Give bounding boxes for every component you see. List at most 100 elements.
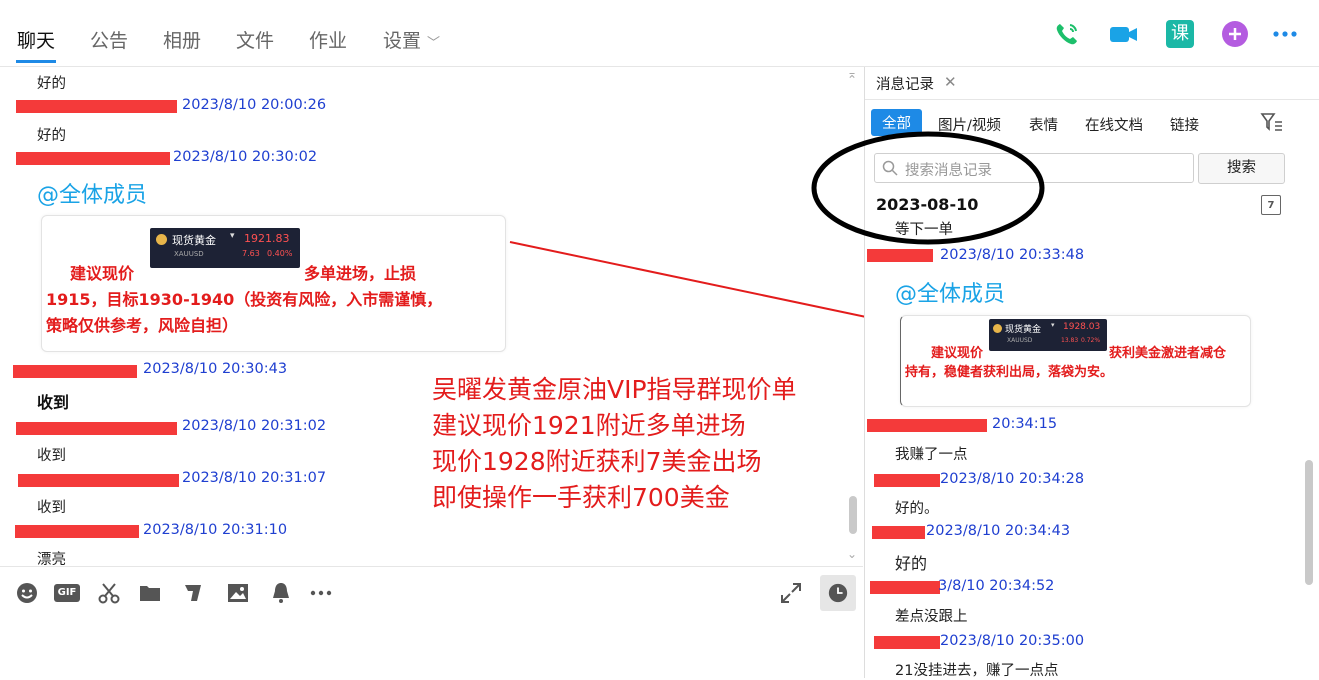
image-icon[interactable] bbox=[225, 581, 251, 605]
overlay-line: 现价1928附近获利7美金出场 bbox=[432, 447, 762, 476]
ticker-percent: 0.40% bbox=[267, 249, 293, 258]
card-text-suffix: 获利美金激进者减仓 bbox=[1109, 346, 1227, 361]
emoji-icon[interactable] bbox=[14, 581, 40, 605]
history-message-text: 我赚了一点 bbox=[895, 447, 968, 463]
card-text-line3: 策略仅供参考，风险自担） bbox=[46, 316, 239, 335]
video-icon[interactable] bbox=[1108, 20, 1140, 48]
phone-icon[interactable] bbox=[1053, 20, 1081, 48]
overlay-line: 即使操作一手获利700美金 bbox=[432, 483, 730, 512]
close-icon[interactable]: ✕ bbox=[944, 73, 957, 91]
message-text: 收到 bbox=[37, 500, 66, 516]
message-text: 收到 bbox=[37, 393, 70, 412]
redacted-sender bbox=[872, 526, 925, 539]
overlay-annotation: 吴曜发黄金原油VIP指导群现价单 建议现价1921附近多单进场 现价1928附近… bbox=[432, 372, 797, 516]
history-signal-card[interactable]: 现货黄金 ▾ XAUUSD 1928.03 13.83 0.72% 建议现价 获… bbox=[900, 315, 1251, 407]
add-app-icon[interactable] bbox=[1221, 20, 1249, 48]
history-message-text: 好的。 bbox=[895, 501, 939, 517]
message-timestamp: 2023/8/10 20:30:02 bbox=[173, 149, 318, 165]
ticker-percent: 0.72% bbox=[1081, 337, 1101, 344]
chevron-down-icon: ﹀ bbox=[427, 36, 441, 51]
folder-icon[interactable] bbox=[137, 581, 163, 605]
redacted-sender bbox=[15, 525, 139, 538]
history-timestamp: 2023/8/10 20:33:48 bbox=[940, 247, 1085, 263]
input-toolbar: GIF bbox=[0, 566, 863, 617]
tab-chat[interactable]: 聊天 bbox=[17, 26, 55, 53]
ticker-name: 现货黄金 bbox=[1005, 325, 1042, 335]
ticker-name: 现货黄金 bbox=[172, 234, 216, 247]
gold-icon bbox=[156, 234, 167, 245]
calendar-icon[interactable]: 7 bbox=[1261, 195, 1281, 215]
more-icon[interactable] bbox=[1271, 20, 1299, 48]
chat-scrollbar[interactable] bbox=[849, 496, 857, 534]
history-mention-all[interactable]: @全体成员 bbox=[895, 276, 1005, 308]
class-icon[interactable]: 课 bbox=[1166, 20, 1194, 48]
card-text-prefix: 建议现价 bbox=[931, 346, 984, 361]
filter-docs[interactable]: 在线文档 bbox=[1085, 114, 1143, 135]
message-text: 好的 bbox=[37, 76, 66, 92]
card-text-suffix: 多单进场，止损 bbox=[304, 264, 417, 283]
redacted-sender bbox=[867, 419, 987, 432]
message-timestamp: 2023/8/10 20:31:10 bbox=[143, 522, 288, 538]
message-timestamp: 2023/8/10 20:00:26 bbox=[182, 97, 327, 113]
history-timestamp: 20:34:15 bbox=[992, 416, 1058, 432]
gif-icon[interactable]: GIF bbox=[54, 584, 80, 602]
tab-announcement[interactable]: 公告 bbox=[90, 26, 128, 53]
ticker-change: 13.83 bbox=[1061, 337, 1079, 344]
history-message-text: 等下一单 bbox=[895, 222, 953, 238]
redacted-sender bbox=[16, 152, 170, 165]
music-icon[interactable] bbox=[180, 581, 206, 605]
message-timestamp: 2023/8/10 20:31:02 bbox=[182, 418, 327, 434]
filter-icon[interactable] bbox=[1260, 112, 1284, 132]
tab-files[interactable]: 文件 bbox=[236, 26, 274, 53]
top-bar: 聊天 公告 相册 文件 作业 设置 ﹀ 课 bbox=[0, 0, 1319, 67]
gold-ticker-widget: 现货黄金 ▾ XAUUSD 1921.83 7.63 0.40% bbox=[150, 228, 300, 268]
overlay-line: 建议现价1921附近多单进场 bbox=[432, 411, 746, 440]
redacted-sender bbox=[16, 100, 177, 113]
active-tab-indicator bbox=[16, 60, 56, 63]
redacted-sender bbox=[13, 365, 137, 378]
clock-icon bbox=[828, 583, 848, 603]
scissors-icon[interactable] bbox=[96, 581, 122, 605]
scroll-top-icon[interactable]: ⌅ bbox=[847, 67, 857, 81]
history-tab-title[interactable]: 消息记录 bbox=[876, 73, 934, 94]
history-message-text: 21没挂进去，赚了一点点 bbox=[895, 663, 1059, 679]
history-scrollbar[interactable] bbox=[1305, 460, 1313, 585]
gold-ticker-widget: 现货黄金 ▾ XAUUSD 1928.03 13.83 0.72% bbox=[989, 319, 1107, 351]
card-text-prefix: 建议现价 bbox=[70, 264, 135, 283]
history-button[interactable] bbox=[820, 575, 856, 611]
redacted-sender bbox=[870, 581, 940, 594]
history-timestamp: 2023/8/10 20:34:43 bbox=[926, 523, 1071, 539]
tab-settings-label: 设置 bbox=[383, 30, 422, 52]
redacted-sender bbox=[18, 474, 179, 487]
bell-icon[interactable] bbox=[268, 581, 294, 605]
expand-icon[interactable] bbox=[778, 581, 804, 605]
redacted-sender bbox=[867, 249, 933, 262]
overlay-line: 吴曜发黄金原油VIP指导群现价单 bbox=[432, 375, 797, 404]
tab-homework[interactable]: 作业 bbox=[309, 26, 347, 53]
signal-card[interactable]: 现货黄金 ▾ XAUUSD 1921.83 7.63 0.40% 建议现价 多单… bbox=[41, 215, 506, 352]
more-icon[interactable] bbox=[308, 581, 334, 605]
ticker-change: 7.63 bbox=[242, 249, 260, 258]
card-text-line2: 1915，目标1930-1940（投资有风险，入市需谨慎， bbox=[46, 290, 443, 309]
mention-all[interactable]: @全体成员 bbox=[37, 177, 147, 209]
search-button[interactable]: 搜索 bbox=[1198, 153, 1285, 184]
message-text: 好的 bbox=[37, 128, 66, 144]
history-message-text: 差点没跟上 bbox=[895, 609, 968, 625]
ticker-price: 1921.83 bbox=[244, 232, 290, 245]
message-text: 漂亮 bbox=[37, 552, 66, 565]
ticker-price: 1928.03 bbox=[1063, 322, 1101, 332]
history-tab-bar: 消息记录 ✕ bbox=[865, 67, 1319, 100]
message-timestamp: 2023/8/10 20:31:07 bbox=[182, 470, 327, 486]
redacted-sender bbox=[16, 422, 177, 435]
redacted-sender bbox=[874, 636, 940, 649]
filter-links[interactable]: 链接 bbox=[1170, 114, 1199, 135]
ticker-code: XAUUSD bbox=[174, 250, 204, 258]
history-timestamp: 2023/8/10 20:35:00 bbox=[940, 633, 1085, 649]
tab-album[interactable]: 相册 bbox=[163, 26, 201, 53]
tab-settings[interactable]: 设置 ﹀ bbox=[383, 26, 440, 53]
redacted-sender bbox=[874, 474, 940, 487]
scroll-bottom-icon[interactable]: ⌄ bbox=[847, 547, 857, 561]
gold-icon bbox=[993, 324, 1002, 333]
history-timestamp: 2023/8/10 20:34:28 bbox=[940, 471, 1085, 487]
history-timestamp: 3/8/10 20:34:52 bbox=[938, 578, 1055, 594]
